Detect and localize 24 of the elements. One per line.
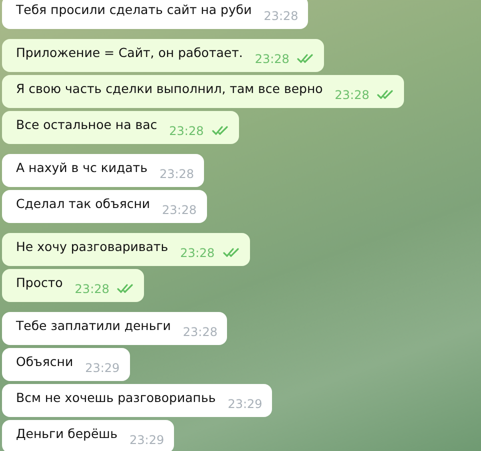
message-text: Деньги берёшь [16,425,118,444]
message-time: 23:28 [162,202,197,218]
message-time: 23:28 [180,244,215,262]
message-time: 23:28 [74,280,110,298]
message-text: Не хочу разговаривать [16,238,168,256]
message-time: 23:29 [228,396,262,412]
message-time: 23:28 [182,324,218,340]
message-text: Всм не хочешь разговориапьь [16,389,216,408]
message-time: 23:28 [169,122,204,140]
message-text: Сделал так объясни [16,195,150,214]
message-text: Объясни [16,353,74,372]
message-time: 23:28 [254,50,290,68]
message-text: Просто [16,274,63,292]
message-text: Тебе заплатили деньги [16,317,171,336]
message-time: 23:29 [130,432,164,448]
message-time: 23:28 [264,8,298,24]
message-time: 23:28 [334,86,370,104]
message-text: Я свою часть сделки выполнил, там все верно [16,80,323,98]
message-text: Все остальное на вас [16,116,158,134]
message-text: Приложение = Сайт, он работает. [16,44,243,62]
message-time: 23:29 [85,360,120,376]
message-text: Тебя просили сделать сайт на руби [16,1,252,20]
message-time: 23:28 [159,166,194,182]
message-text: А нахуй в чс кидать [16,159,148,178]
